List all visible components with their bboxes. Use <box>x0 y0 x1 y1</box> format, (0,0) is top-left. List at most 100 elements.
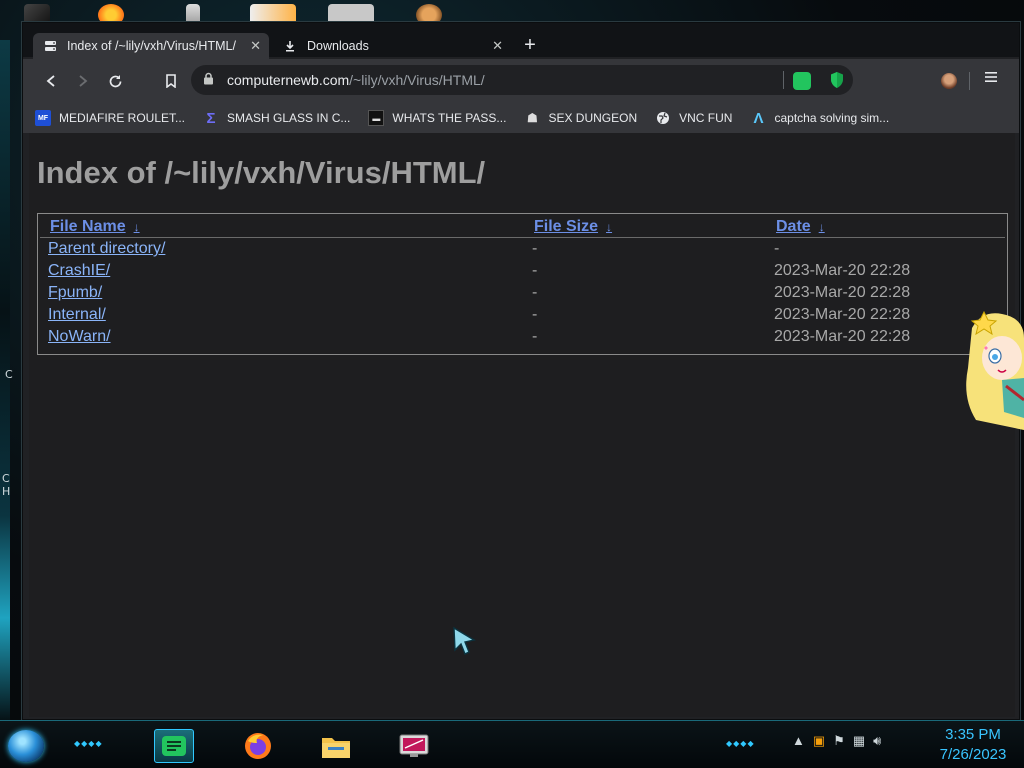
clock-date: 7/26/2023 <box>939 746 1007 763</box>
table-row: CrashIE/ - 2023-Mar-20 22:28 <box>38 260 1007 282</box>
bookmark-whats-the-pass[interactable]: ▬ WHATS THE PASS... <box>368 110 506 126</box>
clock-time: 3:35 PM <box>945 726 1001 743</box>
bookmark-smash-glass[interactable]: Σ SMASH GLASS IN C... <box>203 109 351 127</box>
desktop-edge-decoration: CH <box>2 472 11 498</box>
bookmark-mediafire[interactable]: MF MEDIAFIRE ROULET... <box>35 110 185 126</box>
tab-title: Downloads <box>307 39 369 53</box>
file-link[interactable]: CrashIE/ <box>48 262 110 279</box>
taskbar-decoration: ◆◆◆◆ <box>726 739 755 748</box>
file-date: 2023-Mar-20 22:28 <box>774 306 911 323</box>
table-header: File Name ↓ File Size ↓ Date ↓ <box>40 216 1005 238</box>
toolbar-divider <box>969 72 970 90</box>
file-date: 2023-Mar-20 22:28 <box>774 328 911 345</box>
table-row: Internal/ - 2023-Mar-20 22:28 <box>38 304 1007 326</box>
sort-arrow-icon[interactable]: ↓ <box>606 220 612 234</box>
clock[interactable]: 3:35 PM 7/26/2023 <box>928 725 1018 765</box>
terminal-icon: ▬ <box>368 110 385 126</box>
url-path: /~lily/vxh/Virus/HTML/ <box>349 72 485 88</box>
page-content: Index of /~lily/vxh/Virus/HTML/ File Nam… <box>29 133 1015 717</box>
lambda-icon: Λ <box>753 109 764 127</box>
close-icon[interactable]: ✕ <box>492 38 503 54</box>
new-tab-button[interactable]: + <box>519 35 541 57</box>
flag-icon[interactable]: ⚑ <box>833 733 845 749</box>
firefox-icon[interactable] <box>238 729 278 763</box>
omnibox-divider <box>783 71 784 89</box>
bookmark-button[interactable] <box>158 68 184 94</box>
forward-button[interactable] <box>70 68 96 94</box>
file-date: 2023-Mar-20 22:28 <box>774 262 911 279</box>
volume-icon[interactable]: 🔊︎ <box>873 733 881 749</box>
extension-shield-icon[interactable] <box>829 71 847 89</box>
bookmark-label: WHATS THE PASS... <box>392 111 507 125</box>
back-button[interactable] <box>38 68 64 94</box>
back-arrow-icon <box>46 75 55 87</box>
file-link[interactable]: NoWarn/ <box>48 328 111 345</box>
bookmark-icon <box>166 74 176 88</box>
download-icon <box>283 39 297 53</box>
system-tray: ▲ ▣ ⚑ ▦ 🔊︎ <box>792 733 881 749</box>
sigma-icon: Σ <box>206 109 216 127</box>
close-icon[interactable]: ✕ <box>250 38 261 54</box>
sort-arrow-icon[interactable]: ↓ <box>134 220 140 234</box>
toolbar: computernewb.com/~lily/vxh/Virus/HTML/ <box>23 59 1019 103</box>
bookmark-captcha[interactable]: Λ captcha solving sim... <box>750 109 890 127</box>
taskbar-decoration: ◆◆◆◆ <box>74 739 103 748</box>
file-link[interactable]: Parent directory/ <box>48 240 165 257</box>
cartoon-sticker-image <box>966 310 1024 430</box>
hamburger-menu-icon <box>985 72 997 82</box>
bookmarks-bar: MF MEDIAFIRE ROULET... Σ SMASH GLASS IN … <box>23 103 1019 133</box>
show-hidden-icons-icon[interactable]: ▲ <box>792 733 805 749</box>
tab-strip: Index of /~lily/vxh/Virus/HTML/ ✕ Downlo… <box>23 23 1019 59</box>
file-date: - <box>774 240 780 257</box>
extension-chat-icon[interactable] <box>793 72 811 90</box>
sort-by-size-link[interactable]: File Size <box>534 218 598 235</box>
tab-title: Index of /~lily/vxh/Virus/HTML/ <box>67 39 236 53</box>
reload-button[interactable] <box>102 68 128 94</box>
file-size: - <box>532 284 538 301</box>
bookmark-sex-dungeon[interactable]: ☗ SEX DUNGEON <box>524 110 637 126</box>
java-update-icon[interactable]: ▣ <box>813 733 825 749</box>
menu-button[interactable] <box>985 70 997 88</box>
network-icon[interactable]: ▦ <box>853 733 865 749</box>
forward-arrow-icon <box>79 75 88 87</box>
file-size: - <box>532 262 538 279</box>
notes-app-icon[interactable] <box>154 729 194 763</box>
file-size: - <box>532 306 538 323</box>
server-icon <box>43 39 57 53</box>
bookmark-label: SEX DUNGEON <box>548 111 638 125</box>
browser-window: Index of /~lily/vxh/Virus/HTML/ ✕ Downlo… <box>22 22 1020 720</box>
file-explorer-icon[interactable] <box>316 729 356 763</box>
table-row: Fpumb/ - 2023-Mar-20 22:28 <box>38 282 1007 304</box>
reload-icon <box>109 74 121 87</box>
sort-by-date-link[interactable]: Date <box>776 218 811 235</box>
sort-by-name-link[interactable]: File Name <box>50 218 126 235</box>
tab-index[interactable]: Index of /~lily/vxh/Virus/HTML/ ✕ <box>33 33 269 59</box>
bookmark-vnc-fun[interactable]: VNC FUN <box>655 110 732 126</box>
tab-downloads[interactable]: Downloads ✕ <box>273 33 511 59</box>
page-title: Index of /~lily/vxh/Virus/HTML/ <box>37 155 486 190</box>
robot-icon: ☗ <box>527 111 538 125</box>
mouse-cursor <box>453 626 476 655</box>
table-row: Parent directory/ - - <box>38 238 1007 260</box>
profile-avatar[interactable] <box>941 73 957 89</box>
table-row: NoWarn/ - 2023-Mar-20 22:28 <box>38 326 1007 348</box>
file-listing-table: File Name ↓ File Size ↓ Date ↓ Parent direc… <box>37 213 1008 355</box>
start-button[interactable] <box>8 730 44 762</box>
mediafire-icon: MF <box>35 110 51 126</box>
file-size: - <box>532 240 538 257</box>
file-link[interactable]: Fpumb/ <box>48 284 102 301</box>
bookmark-label: MEDIAFIRE ROULET... <box>59 111 186 125</box>
monitor-app-icon[interactable] <box>394 729 434 763</box>
globe-icon <box>655 110 671 126</box>
bookmark-label: captcha solving sim... <box>774 111 890 125</box>
desktop: C CH Index of /~lily/vxh/Virus/HTML/ ✕ D… <box>0 0 1024 768</box>
taskbar: ◆◆◆◆ ◆◆◆◆ ▲ ▣ ⚑ ▦ 🔊︎ 3:35 PM 7/26/2023 <box>0 720 1024 768</box>
address-bar[interactable]: computernewb.com/~lily/vxh/Virus/HTML/ <box>191 65 853 95</box>
file-size: - <box>532 328 538 345</box>
url-domain: computernewb.com <box>227 72 350 88</box>
sort-arrow-icon[interactable]: ↓ <box>819 220 825 234</box>
lock-icon[interactable] <box>203 72 217 88</box>
bookmark-label: SMASH GLASS IN C... <box>227 111 351 125</box>
file-date: 2023-Mar-20 22:28 <box>774 284 911 301</box>
file-link[interactable]: Internal/ <box>48 306 106 323</box>
